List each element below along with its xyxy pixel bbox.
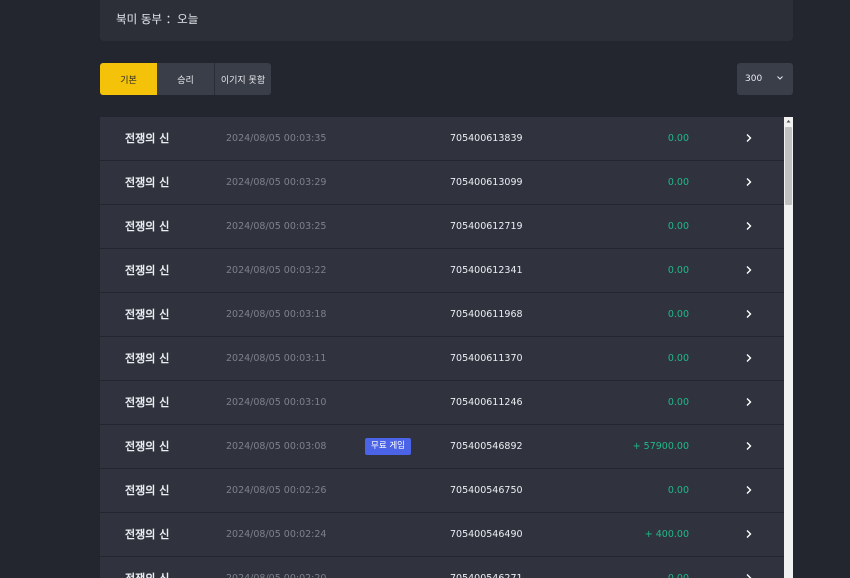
- round-id: 705400612341: [450, 265, 523, 276]
- round-id: 705400611370: [450, 353, 523, 364]
- game-name: 전쟁의 신: [125, 176, 170, 189]
- round-id: 705400612719: [450, 221, 523, 232]
- win-amount: 0.00: [668, 557, 689, 578]
- game-name: 전쟁의 신: [125, 440, 170, 453]
- scrollbar-thumb[interactable]: [785, 127, 792, 205]
- history-row[interactable]: 전쟁의 신 2024/08/05 00:03:08 무료 게임 70540054689…: [100, 425, 784, 469]
- game-name: 전쟁의 신: [125, 528, 170, 541]
- history-row[interactable]: 전쟁의 신 2024/08/05 00:03:22 705400612341 0.00: [100, 249, 784, 293]
- round-id: 705400546490: [450, 529, 523, 540]
- scroll-up-arrow-icon[interactable]: [784, 117, 793, 126]
- history-row[interactable]: 전쟁의 신 2024/08/05 00:03:10 705400611246 0.00: [100, 381, 784, 425]
- filter-tab-win[interactable]: 승리: [157, 63, 214, 95]
- round-time: 2024/08/05 00:03:25: [226, 221, 327, 232]
- chevron-right-icon[interactable]: [744, 485, 753, 495]
- history-row[interactable]: 전쟁의 신 2024/08/05 00:03:29 705400613099 0.00: [100, 161, 784, 205]
- chevron-right-icon[interactable]: [744, 265, 753, 275]
- chevron-right-icon[interactable]: [744, 221, 753, 231]
- chevron-right-icon[interactable]: [744, 177, 753, 187]
- page-size-value: 300: [745, 74, 763, 84]
- round-id: 705400613099: [450, 177, 523, 188]
- chevron-right-icon[interactable]: [744, 441, 753, 451]
- round-time: 2024/08/05 00:02:24: [226, 529, 327, 540]
- round-time: 2024/08/05 00:03:10: [226, 397, 327, 408]
- game-name: 전쟁의 신: [125, 352, 170, 365]
- round-time: 2024/08/05 00:03:08: [226, 441, 327, 452]
- region-date-header: 북미 동부 ：오늘: [100, 0, 793, 41]
- round-time: 2024/08/05 00:02:26: [226, 485, 327, 496]
- game-name: 전쟁의 신: [125, 264, 170, 277]
- round-time: 2024/08/05 00:03:22: [226, 265, 327, 276]
- result-filter-tabs: 기본 승리 이기지 못함: [100, 63, 271, 95]
- game-name: 전쟁의 신: [125, 484, 170, 497]
- round-id: 705400546750: [450, 485, 523, 496]
- history-row[interactable]: 전쟁의 신 2024/08/05 00:03:25 705400612719 0.00: [100, 205, 784, 249]
- filter-tab-label: 이기지 못함: [220, 75, 266, 86]
- history-list: 전쟁의 신 2024/08/05 00:03:35 705400613839 0.00…: [100, 117, 784, 578]
- win-amount: 0.00: [667, 309, 689, 320]
- round-time: 2024/08/05 00:03:35: [226, 133, 327, 144]
- round-id: 705400546892: [450, 441, 523, 452]
- chevron-right-icon[interactable]: [744, 309, 753, 319]
- free-game-badge: 무료 게임: [365, 438, 411, 455]
- win-amount: 0.00: [667, 485, 689, 496]
- game-name: 전쟁의 신: [125, 396, 170, 409]
- history-row[interactable]: 전쟁의 신 2024/08/05 00:02:20 705400546271 0.00: [100, 557, 784, 578]
- win-amount: + 400.00: [644, 529, 689, 540]
- round-id: 705400611246: [450, 397, 523, 408]
- history-row[interactable]: 전쟁의 신 2024/08/05 00:03:35 705400613839 0.00: [100, 117, 784, 161]
- history-row[interactable]: 전쟁의 신 2024/08/05 00:03:18 705400611968 0.00: [100, 293, 784, 337]
- win-amount: 0.00: [667, 177, 689, 188]
- round-time: 2024/08/05 00:03:18: [226, 309, 327, 320]
- round-id: 705400546271: [450, 557, 523, 578]
- history-row[interactable]: 전쟁의 신 2024/08/05 00:03:11 705400611370 0.00: [100, 337, 784, 381]
- win-amount: 0.00: [667, 397, 689, 408]
- filter-tab-label: 승리: [177, 75, 194, 86]
- round-time: 2024/08/05 00:03:29: [226, 177, 327, 188]
- filter-tab-label: 기본: [120, 75, 137, 86]
- scrollbar[interactable]: [784, 117, 793, 578]
- game-history-page: 북미 동부 ：오늘 기본 승리 이기지 못함 300 전쟁의 신 2024/08/…: [0, 0, 850, 578]
- chevron-right-icon[interactable]: [744, 133, 753, 143]
- round-id: 705400611968: [450, 309, 523, 320]
- header-title: 북미 동부 ：오늘: [116, 12, 199, 26]
- chevron-right-icon[interactable]: [744, 573, 753, 578]
- game-name: 전쟁의 신: [125, 308, 170, 321]
- win-amount: 0.00: [667, 353, 689, 364]
- history-row[interactable]: 전쟁의 신 2024/08/05 00:02:24 705400546490 + 40…: [100, 513, 784, 557]
- page-size-select[interactable]: 300: [737, 63, 793, 95]
- game-name: 전쟁의 신: [125, 132, 170, 145]
- filter-tab-no-win[interactable]: 이기지 못함: [214, 63, 271, 95]
- chevron-right-icon[interactable]: [744, 397, 753, 407]
- chevron-right-icon[interactable]: [744, 353, 753, 363]
- chevron-down-icon: [777, 76, 783, 80]
- win-amount: 0.00: [667, 133, 689, 144]
- filter-tab-default[interactable]: 기본: [100, 63, 157, 95]
- round-time: 2024/08/05 00:03:11: [226, 353, 327, 364]
- win-amount: 0.00: [667, 265, 689, 276]
- history-row[interactable]: 전쟁의 신 2024/08/05 00:02:26 705400546750 0.00: [100, 469, 784, 513]
- win-amount: + 57900.00: [632, 441, 689, 452]
- game-name: 전쟁의 신: [125, 557, 169, 578]
- win-amount: 0.00: [667, 221, 689, 232]
- chevron-right-icon[interactable]: [744, 529, 753, 539]
- game-name: 전쟁의 신: [125, 220, 170, 233]
- round-time: 2024/08/05 00:02:20: [226, 557, 326, 578]
- round-id: 705400613839: [450, 133, 523, 144]
